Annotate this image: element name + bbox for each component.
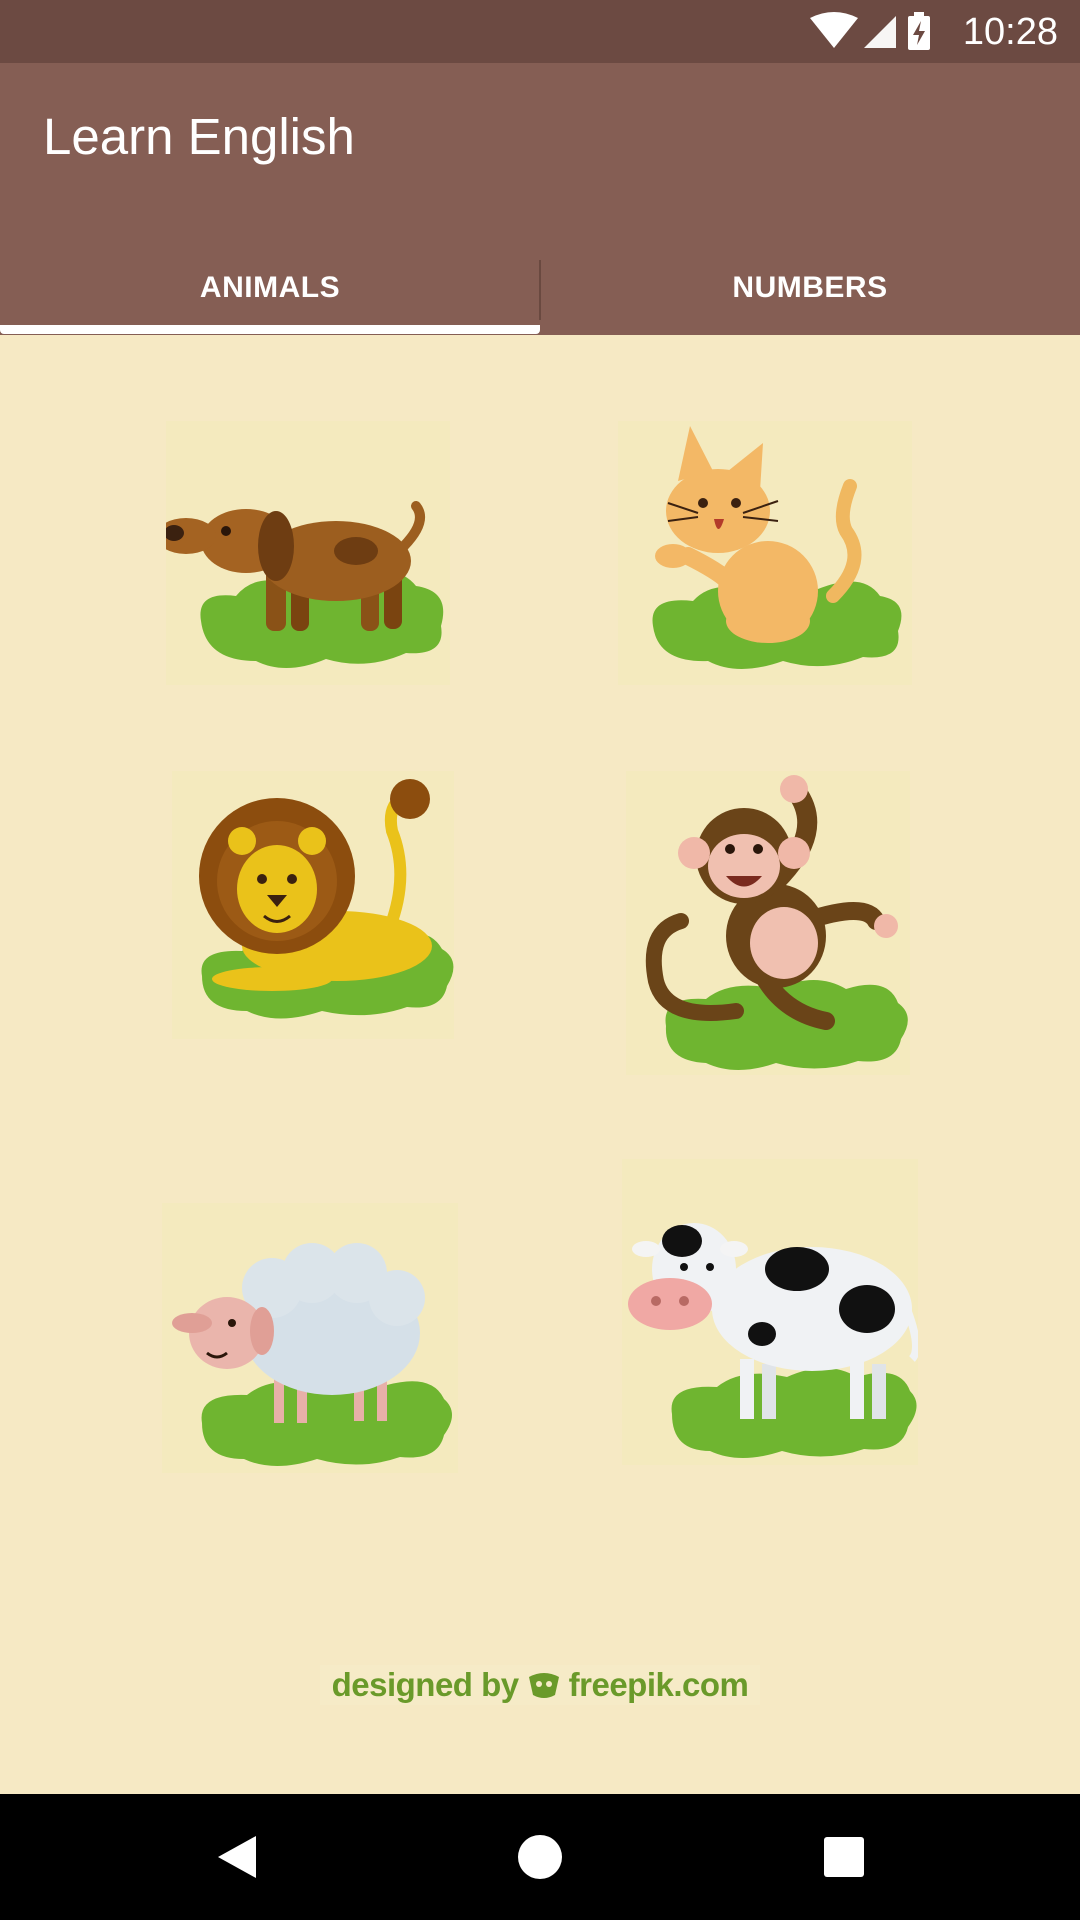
app-title: Learn English: [43, 108, 355, 165]
tab-bar: ANIMALS NUMBERS: [0, 240, 1080, 335]
tab-numbers-label: NUMBERS: [732, 270, 888, 304]
tab-selected-indicator: [0, 325, 540, 334]
monkey-illustration: [645, 775, 908, 1070]
credit-brand: freepik.com: [568, 1666, 749, 1703]
credit-prefix: designed by: [331, 1666, 520, 1703]
status-icons: [810, 12, 930, 50]
dog-illustration: [166, 501, 444, 669]
home-icon[interactable]: [505, 1824, 575, 1890]
status-bar: 10:28: [0, 0, 1080, 63]
animal-monkey[interactable]: [626, 771, 910, 1075]
cat-illustration: [652, 426, 902, 669]
animal-dog[interactable]: [166, 421, 450, 685]
animal-cow[interactable]: [622, 1159, 918, 1465]
wifi-icon: [810, 12, 858, 48]
animal-grid: designed by freepik.com: [0, 335, 1080, 1793]
system-nav-bar: [0, 1794, 1080, 1920]
animal-cat[interactable]: [618, 421, 912, 685]
cell-signal-icon: [864, 16, 896, 48]
animal-lion[interactable]: [172, 771, 454, 1039]
sheep-illustration: [172, 1243, 452, 1466]
tab-animals-label: ANIMALS: [199, 270, 341, 304]
status-time: 10:28: [962, 11, 1058, 53]
back-icon[interactable]: [200, 1824, 270, 1890]
app-bar: Learn English ANIMALS NUMBERS: [0, 63, 1080, 335]
recents-icon[interactable]: [810, 1824, 880, 1890]
freepik-logo-icon: [528, 1673, 559, 1698]
freepik-credit: designed by freepik.com: [320, 1665, 760, 1705]
cow-illustration: [628, 1223, 918, 1458]
tab-numbers[interactable]: NUMBERS: [540, 240, 1080, 335]
lion-illustration: [199, 779, 454, 1019]
tab-animals[interactable]: ANIMALS: [0, 240, 540, 335]
animal-sheep[interactable]: [162, 1203, 458, 1473]
battery-charging-icon: [908, 12, 930, 50]
